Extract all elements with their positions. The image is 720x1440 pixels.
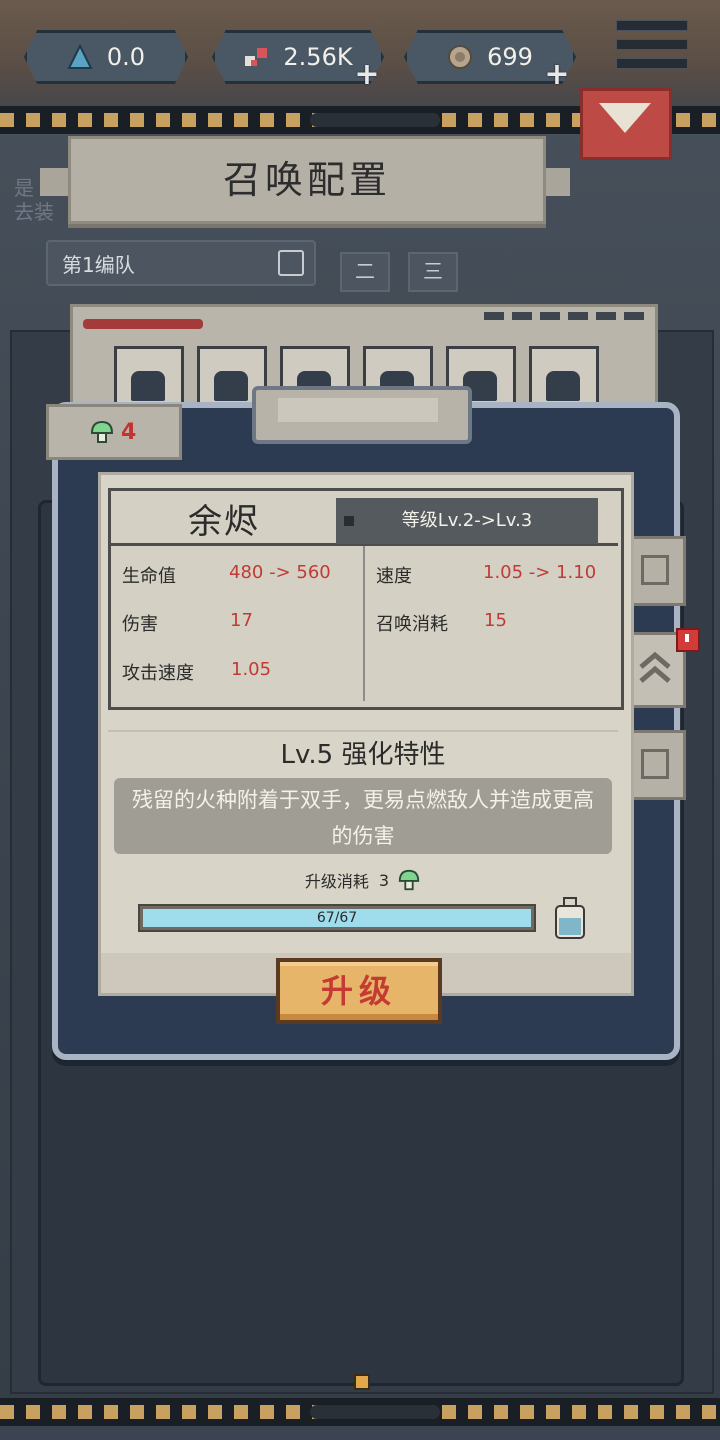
stat-summon-cost-value: 15 — [484, 610, 507, 631]
resource-gems-value: 2.56K — [283, 43, 353, 71]
level-tag-marker — [344, 516, 354, 526]
stat-hp-label: 生命值 — [122, 566, 176, 587]
stat-damage-label: 伤害 — [122, 614, 158, 635]
collapse-button[interactable] — [580, 88, 672, 160]
roster-slot[interactable] — [529, 346, 599, 408]
blood-stain — [83, 319, 203, 329]
roster-dash — [540, 312, 560, 320]
edit-icon[interactable] — [278, 250, 304, 276]
notification-badge-icon — [676, 628, 700, 652]
gem-icon — [245, 48, 268, 66]
monster-icon — [214, 371, 248, 401]
resource-coins-value: 699 — [487, 43, 533, 71]
tab-armor[interactable] — [626, 730, 686, 800]
roster-slot[interactable] — [114, 346, 184, 408]
trait-description: 残留的火种附着于双手，更易点燃敌人并造成更高的伤害 — [114, 778, 612, 854]
mushroom-icon — [90, 420, 114, 443]
upgrade-arrows-icon — [639, 651, 671, 683]
upgrade-cost-label: 升级消耗 — [304, 872, 369, 891]
trait-divider — [108, 730, 618, 732]
background-hint-text: 是去装 — [14, 176, 54, 224]
stat-attack-speed-label: 攻击速度 — [122, 663, 194, 684]
resource-crystal-value: 0.0 — [106, 43, 146, 71]
armor-icon — [641, 749, 669, 779]
stat-speed-label: 速度 — [376, 566, 412, 587]
level-change-tag: 等级Lv.2->Lv.3 — [336, 498, 598, 544]
monster-icon — [131, 371, 165, 401]
experience-text: 67/67 — [316, 910, 358, 926]
roster-dash — [624, 312, 644, 320]
stat-speed-value: 1.05 -> 1.10 — [483, 562, 597, 583]
book-icon — [641, 555, 669, 585]
stats-column-divider — [363, 546, 365, 701]
team-selector[interactable]: 第1编队 — [46, 240, 316, 286]
summon-cost-value: 4 — [121, 419, 137, 445]
roster-dash — [568, 312, 588, 320]
popup-header-inner — [278, 398, 438, 422]
resource-crystal[interactable]: 0.0 — [24, 30, 188, 84]
roster-dash — [512, 312, 532, 320]
roster-dash — [596, 312, 616, 320]
menu-icon-bar — [616, 39, 688, 50]
stat-summon-cost-label: 召唤消耗 — [376, 614, 448, 635]
roster-dash — [484, 312, 504, 320]
coin-icon — [448, 45, 473, 69]
experience-bar: 67/67 — [138, 904, 536, 932]
popup-header-tab — [252, 386, 472, 444]
stat-attack-speed-value: 1.05 — [231, 659, 272, 680]
add-coins-plus-icon[interactable]: + — [544, 60, 570, 90]
add-gems-plus-icon[interactable]: + — [354, 60, 380, 90]
menu-icon-bar — [616, 58, 688, 69]
page-title: 召唤配置 — [68, 136, 546, 224]
level-change-text: 等级Lv.2->Lv.3 — [401, 510, 533, 531]
monster-icon — [546, 371, 580, 401]
down-triangle-icon — [599, 103, 651, 133]
menu-button[interactable] — [616, 12, 688, 76]
team-tab-3[interactable]: 三 — [408, 252, 458, 292]
summon-cost-badge: 4 — [46, 404, 182, 460]
crystal-icon — [67, 44, 93, 69]
upgrade-cost-row: 升级消耗 3 — [98, 868, 628, 892]
team-selector-label: 第1编队 — [62, 253, 135, 277]
top-border-plate — [310, 113, 440, 127]
trait-title: Lv.5 强化特性 — [280, 740, 446, 770]
menu-icon-bar — [616, 20, 688, 31]
team-tab-2[interactable]: 二 — [340, 252, 390, 292]
stat-damage-value: 17 — [230, 610, 253, 631]
upgrade-button[interactable]: 升级 — [276, 958, 442, 1024]
upgrade-cost-value: 3 — [378, 870, 390, 890]
mushroom-icon — [398, 869, 420, 891]
bottom-border-plate — [310, 1405, 440, 1419]
tab-book[interactable] — [626, 536, 686, 606]
stat-hp-value: 480 -> 560 — [229, 562, 331, 583]
page-indicator-dot — [354, 1374, 370, 1390]
unit-name: 余烬 — [188, 502, 260, 542]
potion-icon[interactable] — [552, 896, 588, 940]
